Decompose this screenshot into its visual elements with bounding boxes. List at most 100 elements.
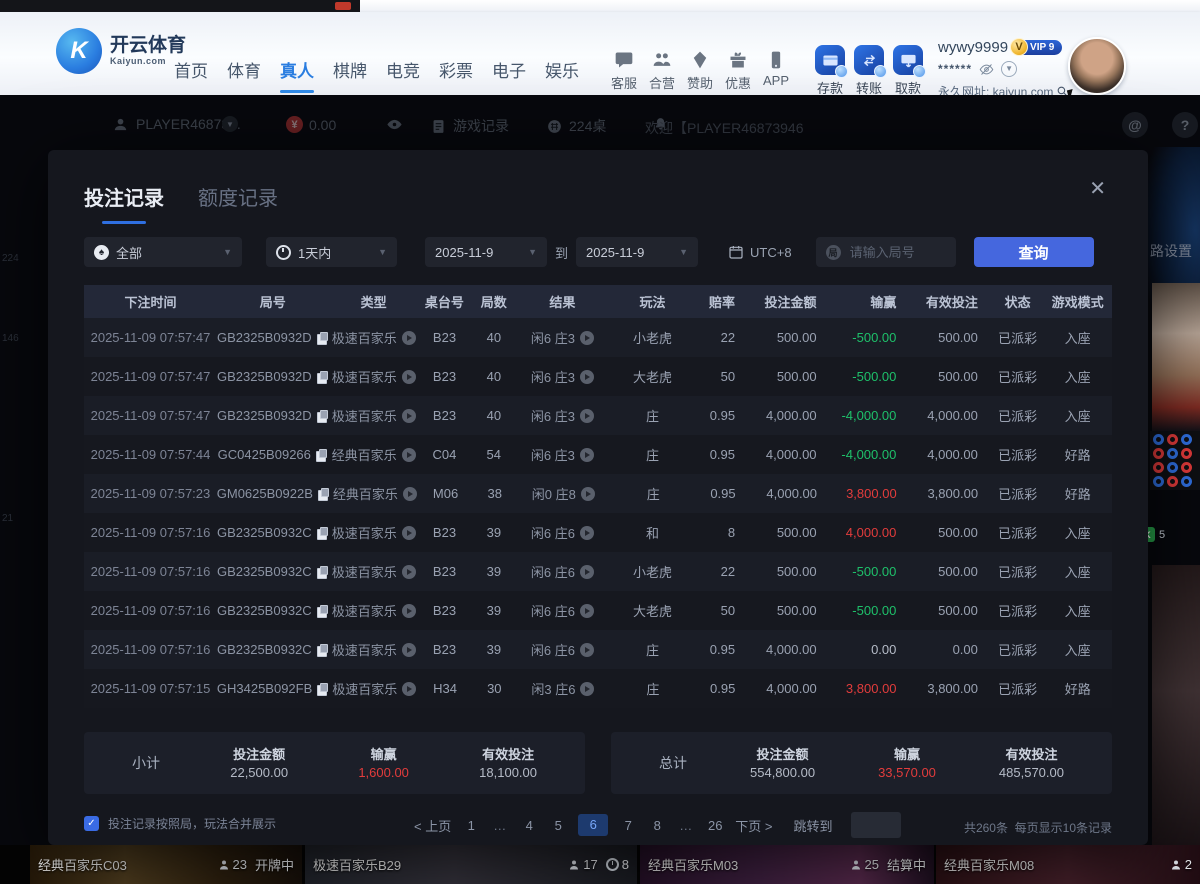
wallet-link-存款[interactable]: 存款 (812, 45, 848, 97)
page-button[interactable]: 26 (706, 818, 724, 833)
page-button[interactable]: 1 (462, 818, 480, 833)
table-row[interactable]: 2025-11-09 07:57:44 GC0425B09266 经典百家乐 C… (84, 435, 1112, 474)
cell-result: 闲0 庄8 (518, 484, 608, 503)
timezone-item[interactable]: UTC+8 (728, 244, 792, 260)
cell-play: 大老虎 (608, 601, 698, 620)
result-detail-icon[interactable] (580, 409, 594, 423)
close-icon[interactable]: ✕ (1089, 176, 1106, 201)
wallet-link-转账[interactable]: 转账 (851, 45, 887, 97)
cell-mode: 入座 (1043, 406, 1112, 425)
cell-bet-time: 2025-11-09 07:57:23 (84, 486, 217, 501)
replay-icon[interactable] (403, 487, 417, 501)
copy-icon[interactable] (317, 605, 329, 617)
viewer-number: 25 (865, 857, 879, 872)
cell-play: 小老虎 (608, 328, 698, 347)
game-type-dropdown[interactable]: ♠ 全部 ▼ (84, 237, 242, 267)
replay-icon[interactable] (402, 526, 416, 540)
replay-icon[interactable] (402, 643, 416, 657)
result-detail-icon[interactable] (580, 370, 594, 384)
copy-icon[interactable] (318, 488, 330, 500)
replay-icon[interactable] (402, 448, 416, 462)
page-button[interactable]: 7 (619, 818, 637, 833)
page-button[interactable]: 5 (549, 818, 567, 833)
copy-icon[interactable] (317, 644, 329, 656)
table-row[interactable]: 2025-11-09 07:57:15 GH3425B092FB 极速百家乐 H… (84, 669, 1112, 708)
site-logo[interactable]: K 开云体育 Kaiyun.com (56, 28, 186, 74)
result-detail-icon[interactable] (580, 565, 594, 579)
chevron-down-icon[interactable]: ▼ (1001, 61, 1017, 77)
eye-off-icon[interactable] (979, 62, 994, 77)
next-page-button[interactable]: 下页 > (735, 816, 772, 835)
replay-icon[interactable] (402, 682, 416, 696)
replay-icon[interactable] (402, 565, 416, 579)
copy-icon[interactable] (317, 683, 329, 695)
viewer-number: 23 (233, 857, 247, 872)
table-row[interactable]: 2025-11-09 07:57:16 GB2325B0932C 极速百家乐 B… (84, 552, 1112, 591)
replay-icon[interactable] (402, 370, 416, 384)
table-row[interactable]: 2025-11-09 07:57:47 GB2325B0932D 极速百家乐 B… (84, 318, 1112, 357)
user-avatar[interactable] (1068, 37, 1126, 95)
copy-icon[interactable] (317, 332, 329, 344)
round-search-input[interactable] (848, 244, 952, 261)
nav-item[interactable]: 电子 (492, 57, 526, 82)
result-detail-icon[interactable] (580, 448, 594, 462)
result-detail-icon[interactable] (580, 526, 594, 540)
table-row[interactable]: 2025-11-09 07:57:47 GB2325B0932D 极速百家乐 B… (84, 396, 1112, 435)
cell-game-id: GB2325B0932D (217, 408, 329, 423)
quick-link-APP[interactable]: APP (758, 50, 794, 92)
table-row[interactable]: 2025-11-09 07:57:16 GB2325B0932C 极速百家乐 B… (84, 630, 1112, 669)
merge-toggle[interactable]: ✓ 投注记录按照局，玩法合并展示 (84, 815, 276, 832)
copy-icon[interactable] (317, 371, 329, 383)
round-search-field[interactable]: 局 (816, 237, 956, 267)
nav-item[interactable]: 娱乐 (545, 57, 579, 82)
copy-icon[interactable] (317, 566, 329, 578)
caret-down-icon: ▼ (679, 247, 688, 257)
quick-link-客服[interactable]: 客服 (606, 50, 642, 92)
jump-page-input[interactable] (851, 812, 901, 838)
prev-page-button[interactable]: < 上页 (414, 816, 451, 835)
result-detail-icon[interactable] (580, 682, 594, 696)
checkbox-checked-icon[interactable]: ✓ (84, 816, 99, 831)
bottom-table-strip: 经典百家乐C0323开牌中极速百家乐B29178经典百家乐M0325结算中经典百… (0, 845, 1200, 884)
result-detail-icon[interactable] (581, 487, 595, 501)
nav-item[interactable]: 真人 (280, 57, 314, 82)
nav-item[interactable]: 棋牌 (333, 57, 367, 82)
live-table-tile[interactable]: 极速百家乐B29178 (305, 845, 637, 884)
tab-quota-records[interactable]: 额度记录 (198, 182, 278, 211)
live-table-tile[interactable]: 经典百家乐C0323开牌中 (30, 845, 302, 884)
date-from-picker[interactable]: 2025-11-9 ▼ (425, 237, 547, 267)
copy-icon[interactable] (316, 449, 328, 461)
page-button[interactable]: 4 (520, 818, 538, 833)
header-cell: 结果 (517, 292, 607, 311)
quick-link-赞助[interactable]: 赞助 (682, 50, 718, 92)
username[interactable]: wywy9999 (938, 40, 1008, 55)
replay-icon[interactable] (402, 409, 416, 423)
result-detail-icon[interactable] (580, 643, 594, 657)
page-button[interactable]: 8 (648, 818, 666, 833)
nav-item[interactable]: 体育 (227, 57, 261, 82)
nav-item[interactable]: 彩票 (439, 57, 473, 82)
bg-dealer-video (1152, 283, 1200, 431)
copy-icon[interactable] (317, 527, 329, 539)
wallet-link-取款[interactable]: 取款 (890, 45, 926, 97)
copy-icon[interactable] (317, 410, 329, 422)
table-row[interactable]: 2025-11-09 07:57:47 GB2325B0932D 极速百家乐 B… (84, 357, 1112, 396)
nav-item[interactable]: 首页 (174, 57, 208, 82)
replay-icon[interactable] (402, 604, 416, 618)
table-row[interactable]: 2025-11-09 07:57:23 GM0625B0922B 经典百家乐 M… (84, 474, 1112, 513)
query-button[interactable]: 查询 (974, 237, 1094, 267)
quick-link-优惠[interactable]: 优惠 (720, 50, 756, 92)
replay-icon[interactable] (402, 331, 416, 345)
date-to-picker[interactable]: 2025-11-9 ▼ (576, 237, 698, 267)
tab-bet-records[interactable]: 投注记录 (84, 182, 164, 211)
table-row[interactable]: 2025-11-09 07:57:16 GB2325B0932C 极速百家乐 B… (84, 513, 1112, 552)
live-table-tile[interactable]: 经典百家乐M082 (936, 845, 1200, 884)
result-detail-icon[interactable] (580, 604, 594, 618)
page-current[interactable]: 6 (578, 814, 608, 836)
live-table-tile[interactable]: 经典百家乐M0325结算中 (640, 845, 934, 884)
time-range-dropdown[interactable]: 1天内 ▼ (266, 237, 397, 267)
result-detail-icon[interactable] (580, 331, 594, 345)
quick-link-合营[interactable]: 合营 (644, 50, 680, 92)
table-row[interactable]: 2025-11-09 07:57:16 GB2325B0932C 极速百家乐 B… (84, 591, 1112, 630)
nav-item[interactable]: 电竞 (386, 57, 420, 82)
